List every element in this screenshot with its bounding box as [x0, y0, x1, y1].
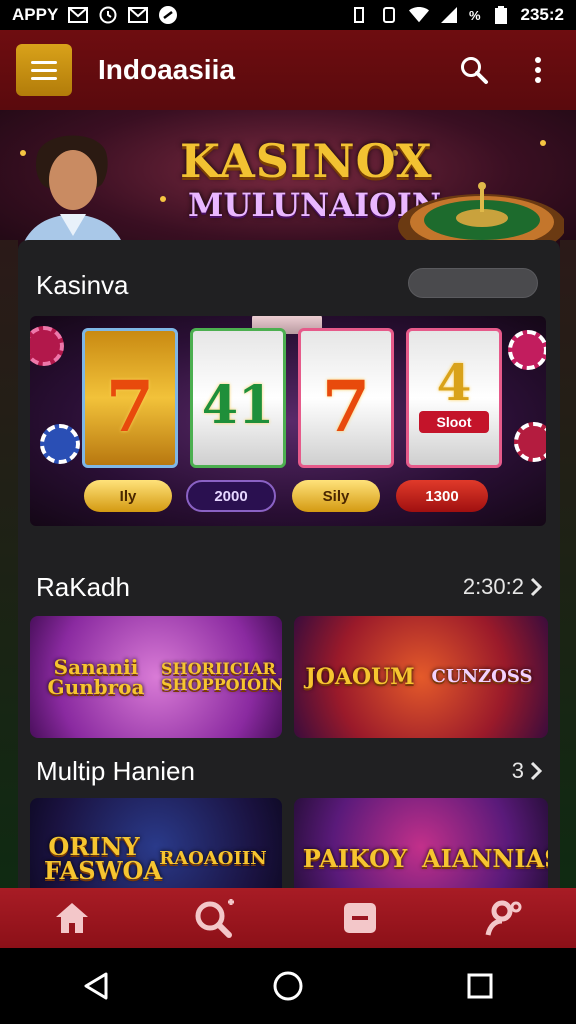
game-card-rakadh-1[interactable]: Sananii Gunbroa SHORIICIAR SHOPPOIOIN: [30, 616, 282, 738]
wallet-icon: [344, 903, 376, 933]
casino-chip-icon: [30, 326, 64, 366]
section-title-kasinva: Kasinva: [36, 270, 129, 300]
section-more-text: 2:30:2: [462, 574, 524, 599]
reel-symbol: 4: [436, 353, 472, 412]
slot-button-4[interactable]: 1300: [396, 480, 488, 512]
section-rakadh-more-link[interactable]: 2:30:2: [463, 574, 542, 600]
clock-icon: [98, 6, 118, 24]
slot-reel-1: 7: [82, 328, 178, 468]
casino-chip-icon: [508, 330, 546, 370]
hamburger-icon: [31, 60, 57, 64]
slot-button-1[interactable]: Ily: [84, 480, 172, 512]
reel-symbol: 7: [321, 365, 371, 448]
slot-button-2[interactable]: 2000: [186, 480, 276, 512]
section-more-text: 3: [511, 758, 524, 783]
home-circle-icon: [273, 971, 303, 1001]
game-card-title: RAOAOIIN: [159, 848, 267, 869]
section-title-rakadh: RaKadh: [36, 572, 130, 602]
menu-button[interactable]: [16, 44, 72, 96]
game-card-title: CUNZOSS: [431, 666, 533, 687]
clock-time: 235:2: [520, 5, 564, 24]
nav-search[interactable]: [186, 893, 246, 943]
nav-profile[interactable]: [474, 893, 534, 943]
gmail-icon: [68, 6, 89, 24]
section-multip-more-link[interactable]: 3: [512, 758, 542, 784]
reel-symbol: 41: [201, 375, 275, 436]
casino-chip-icon: [40, 424, 80, 464]
more-options-button[interactable]: [516, 48, 560, 92]
game-card-multip-2[interactable]: PAIKOY AIANNIAS: [294, 798, 548, 890]
back-icon: [84, 972, 108, 1000]
status-bar: APPY % 235:2: [0, 0, 576, 30]
left-background: [0, 240, 18, 890]
chevron-right-icon: [530, 577, 542, 597]
game-card-title: PAIKOY: [302, 844, 408, 873]
carrier-label: APPY: [12, 5, 59, 24]
wifi-icon: [408, 6, 429, 24]
signal-icon: [439, 6, 459, 24]
profile-icon: [485, 900, 522, 936]
home-icon: [56, 903, 88, 933]
search-button[interactable]: [452, 48, 496, 92]
app-notification-icon: [158, 6, 178, 24]
game-card-rakadh-2[interactable]: JOAOUM CUNZOSS: [294, 616, 548, 738]
right-background: [560, 240, 576, 890]
nfc-icon: [379, 6, 399, 24]
system-navigation-bar: [0, 948, 576, 1024]
game-card-title: JOAOUM: [305, 664, 415, 690]
hero-banner[interactable]: KASINOX MULUNAIOIN: [0, 110, 576, 260]
mail-icon: [128, 6, 149, 24]
reel-symbol: 7: [105, 365, 155, 448]
search-icon: [461, 57, 488, 84]
back-button[interactable]: [66, 956, 126, 1016]
chevron-right-icon: [530, 761, 542, 781]
slot-button-3[interactable]: Sily: [292, 480, 380, 512]
slot-reel-3: 7: [298, 328, 394, 468]
app-bar: Indoaasiia: [0, 30, 576, 110]
game-card-title: ORINY FASWOA: [44, 832, 163, 885]
game-card-title: SHORIICIAR SHOPPOIOIN: [161, 659, 282, 694]
home-button[interactable]: [258, 956, 318, 1016]
reel-caption: Sloot: [419, 411, 489, 433]
section-search-pill[interactable]: [408, 268, 538, 298]
bottom-navigation: [0, 888, 576, 948]
nav-home[interactable]: [42, 893, 102, 943]
nav-wallet[interactable]: [330, 893, 390, 943]
section-title-multip: Multip Hanien: [36, 756, 195, 786]
slot-machine-banner[interactable]: 7 41 7 4 Sloot Ily 2000 Sily 1300: [30, 316, 546, 526]
game-card-multip-1[interactable]: ORINY FASWOA RAOAOIIN: [30, 798, 282, 890]
search-icon: [195, 899, 234, 938]
app-title: Indoaasiia: [98, 54, 235, 85]
game-card-title: AIANNIAS: [422, 844, 548, 873]
casino-chip-icon: [514, 422, 546, 462]
slot-reel-2: 41: [190, 328, 286, 468]
battery-percent: %: [468, 7, 481, 23]
slot-reel-4: 4 Sloot: [406, 328, 502, 468]
game-card-title: Sananii Gunbroa: [47, 655, 145, 699]
battery-icon: [491, 6, 511, 24]
recents-icon: [467, 973, 493, 999]
recents-button[interactable]: [450, 956, 510, 1016]
more-vert-icon: [535, 57, 541, 83]
vibrate-icon: [349, 6, 369, 24]
content-panel: Kasinva 7 41 7 4 Sloot Ily 2000 Sily 130…: [18, 240, 560, 890]
